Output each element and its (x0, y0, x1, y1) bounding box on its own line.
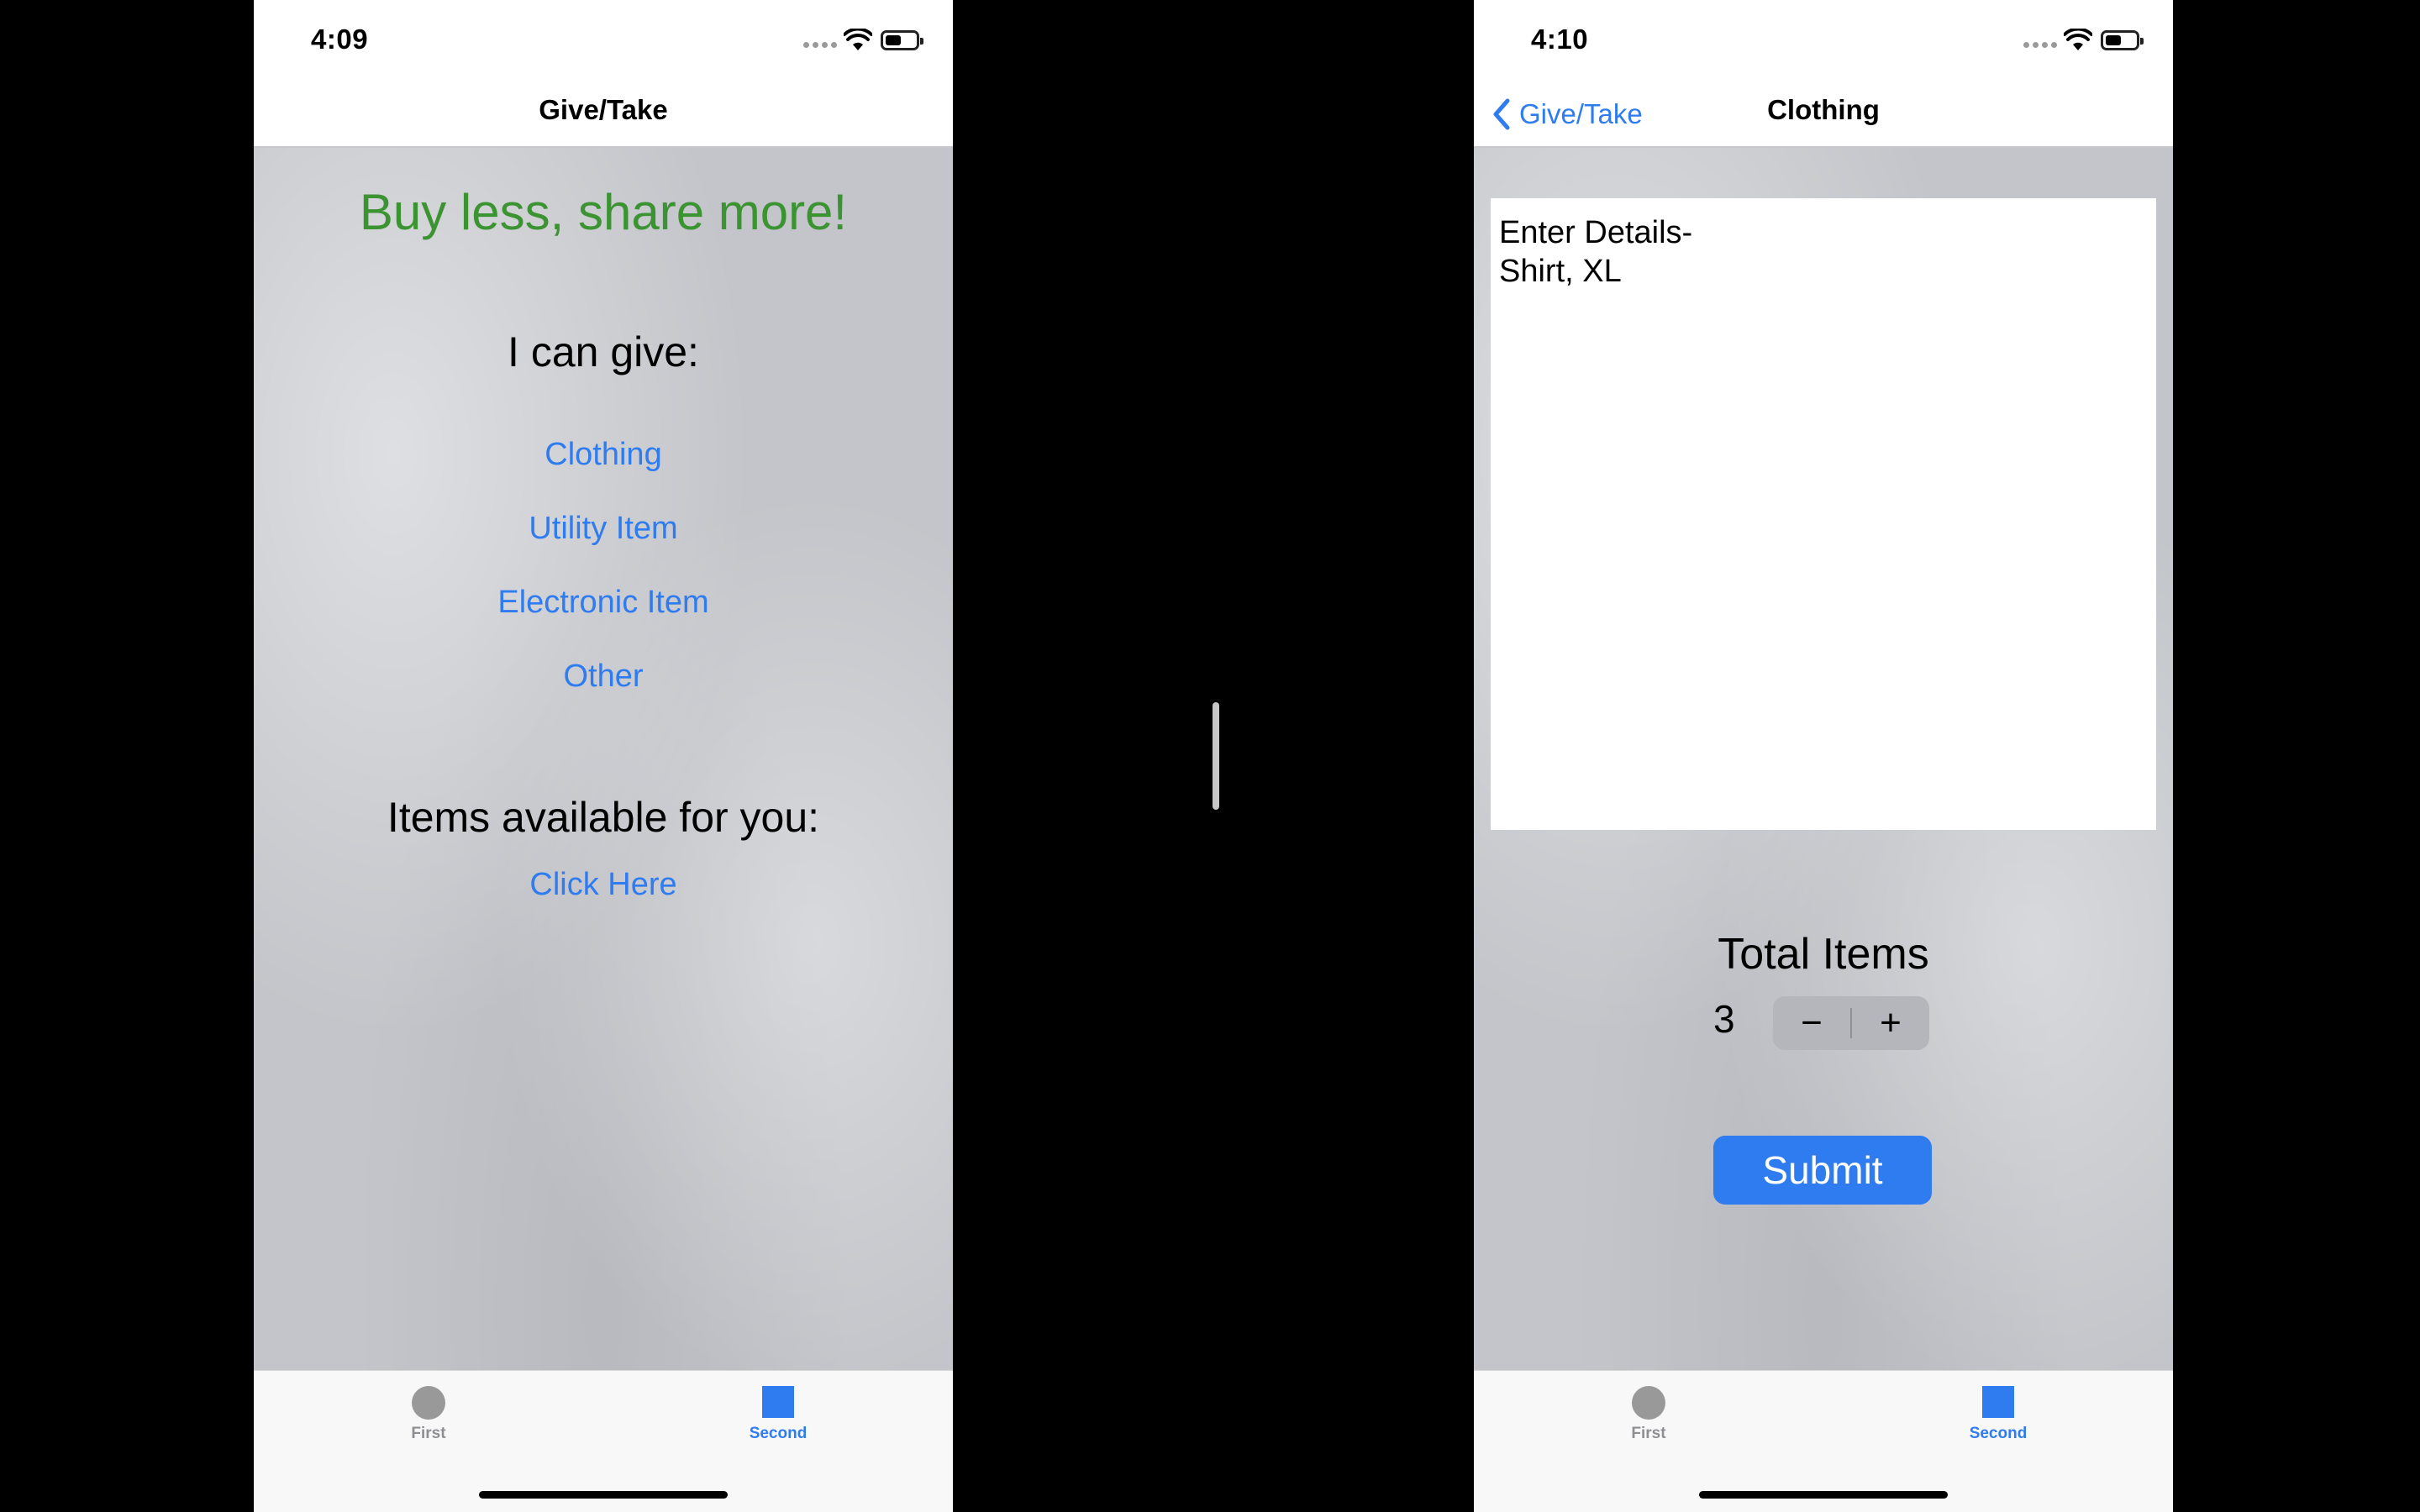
signal-icon (803, 40, 839, 49)
tab-bar: First Second (254, 1370, 953, 1512)
status-bar: 4:10 (1474, 0, 2173, 84)
decrement-button[interactable]: − (1773, 996, 1850, 1050)
wifi-icon (2064, 29, 2092, 50)
left-phone-screen: 4:09 Give/Take Buy less, share more! I c… (254, 0, 953, 1512)
home-indicator[interactable] (479, 1491, 728, 1499)
status-bar: 4:09 (254, 0, 953, 84)
tab-square-icon (762, 1386, 794, 1418)
home-indicator[interactable] (1699, 1491, 1948, 1499)
clothing-link[interactable]: Clothing (254, 437, 953, 473)
available-heading: Items available for you: (387, 794, 820, 841)
tab-first[interactable]: First (361, 1386, 496, 1443)
utility-item-link[interactable]: Utility Item (254, 511, 953, 547)
details-line: Enter Details- (1499, 215, 1693, 250)
tab-first[interactable]: First (1581, 1386, 1716, 1443)
main-content: Buy less, share more! I can give: Clothi… (254, 148, 953, 1371)
tab-first-label: First (411, 1425, 446, 1442)
total-items-label: Total Items (1718, 930, 1929, 979)
tab-first-label: First (1631, 1425, 1666, 1442)
nav-title: Give/Take (539, 94, 668, 125)
quantity-stepper: − + (1773, 996, 1929, 1050)
split-view-drag-handle[interactable] (1213, 702, 1219, 810)
tab-square-icon (1982, 1386, 2014, 1418)
tab-bar: First Second (1474, 1370, 2173, 1512)
status-time: 4:10 (1531, 24, 1589, 55)
tab-second[interactable]: Second (1931, 1386, 2065, 1443)
other-link[interactable]: Other (254, 659, 953, 695)
main-content: Enter Details- Shirt, XL Total Items 3 −… (1474, 148, 2173, 1371)
wifi-icon (844, 29, 872, 50)
battery-icon (881, 30, 923, 50)
tab-second-label: Second (1969, 1425, 2028, 1442)
signal-icon (2023, 40, 2059, 49)
battery-icon (2101, 30, 2144, 50)
status-time: 4:09 (311, 24, 369, 55)
details-line: Shirt, XL (1499, 254, 1622, 289)
right-phone-screen: 4:10 Give/Take Clothing Enter Details- S… (1474, 0, 2173, 1512)
click-here-link[interactable]: Click Here (254, 867, 953, 903)
submit-button[interactable]: Submit (1713, 1136, 1932, 1205)
tab-circle-icon (1632, 1386, 1665, 1420)
details-text-area[interactable]: Enter Details- Shirt, XL (1491, 198, 2156, 830)
nav-title: Clothing (1767, 94, 1880, 125)
slogan-text: Buy less, share more! (359, 184, 848, 240)
navigation-bar: Give/Take Clothing (1474, 84, 2173, 148)
increment-button[interactable]: + (1852, 996, 1929, 1050)
navigation-bar: Give/Take (254, 84, 953, 148)
tab-second[interactable]: Second (711, 1386, 845, 1443)
item-count: 3 (1713, 997, 1735, 1041)
electronic-item-link[interactable]: Electronic Item (254, 585, 953, 621)
give-heading: I can give: (508, 328, 699, 375)
tab-circle-icon (412, 1386, 445, 1420)
tab-second-label: Second (749, 1425, 808, 1442)
